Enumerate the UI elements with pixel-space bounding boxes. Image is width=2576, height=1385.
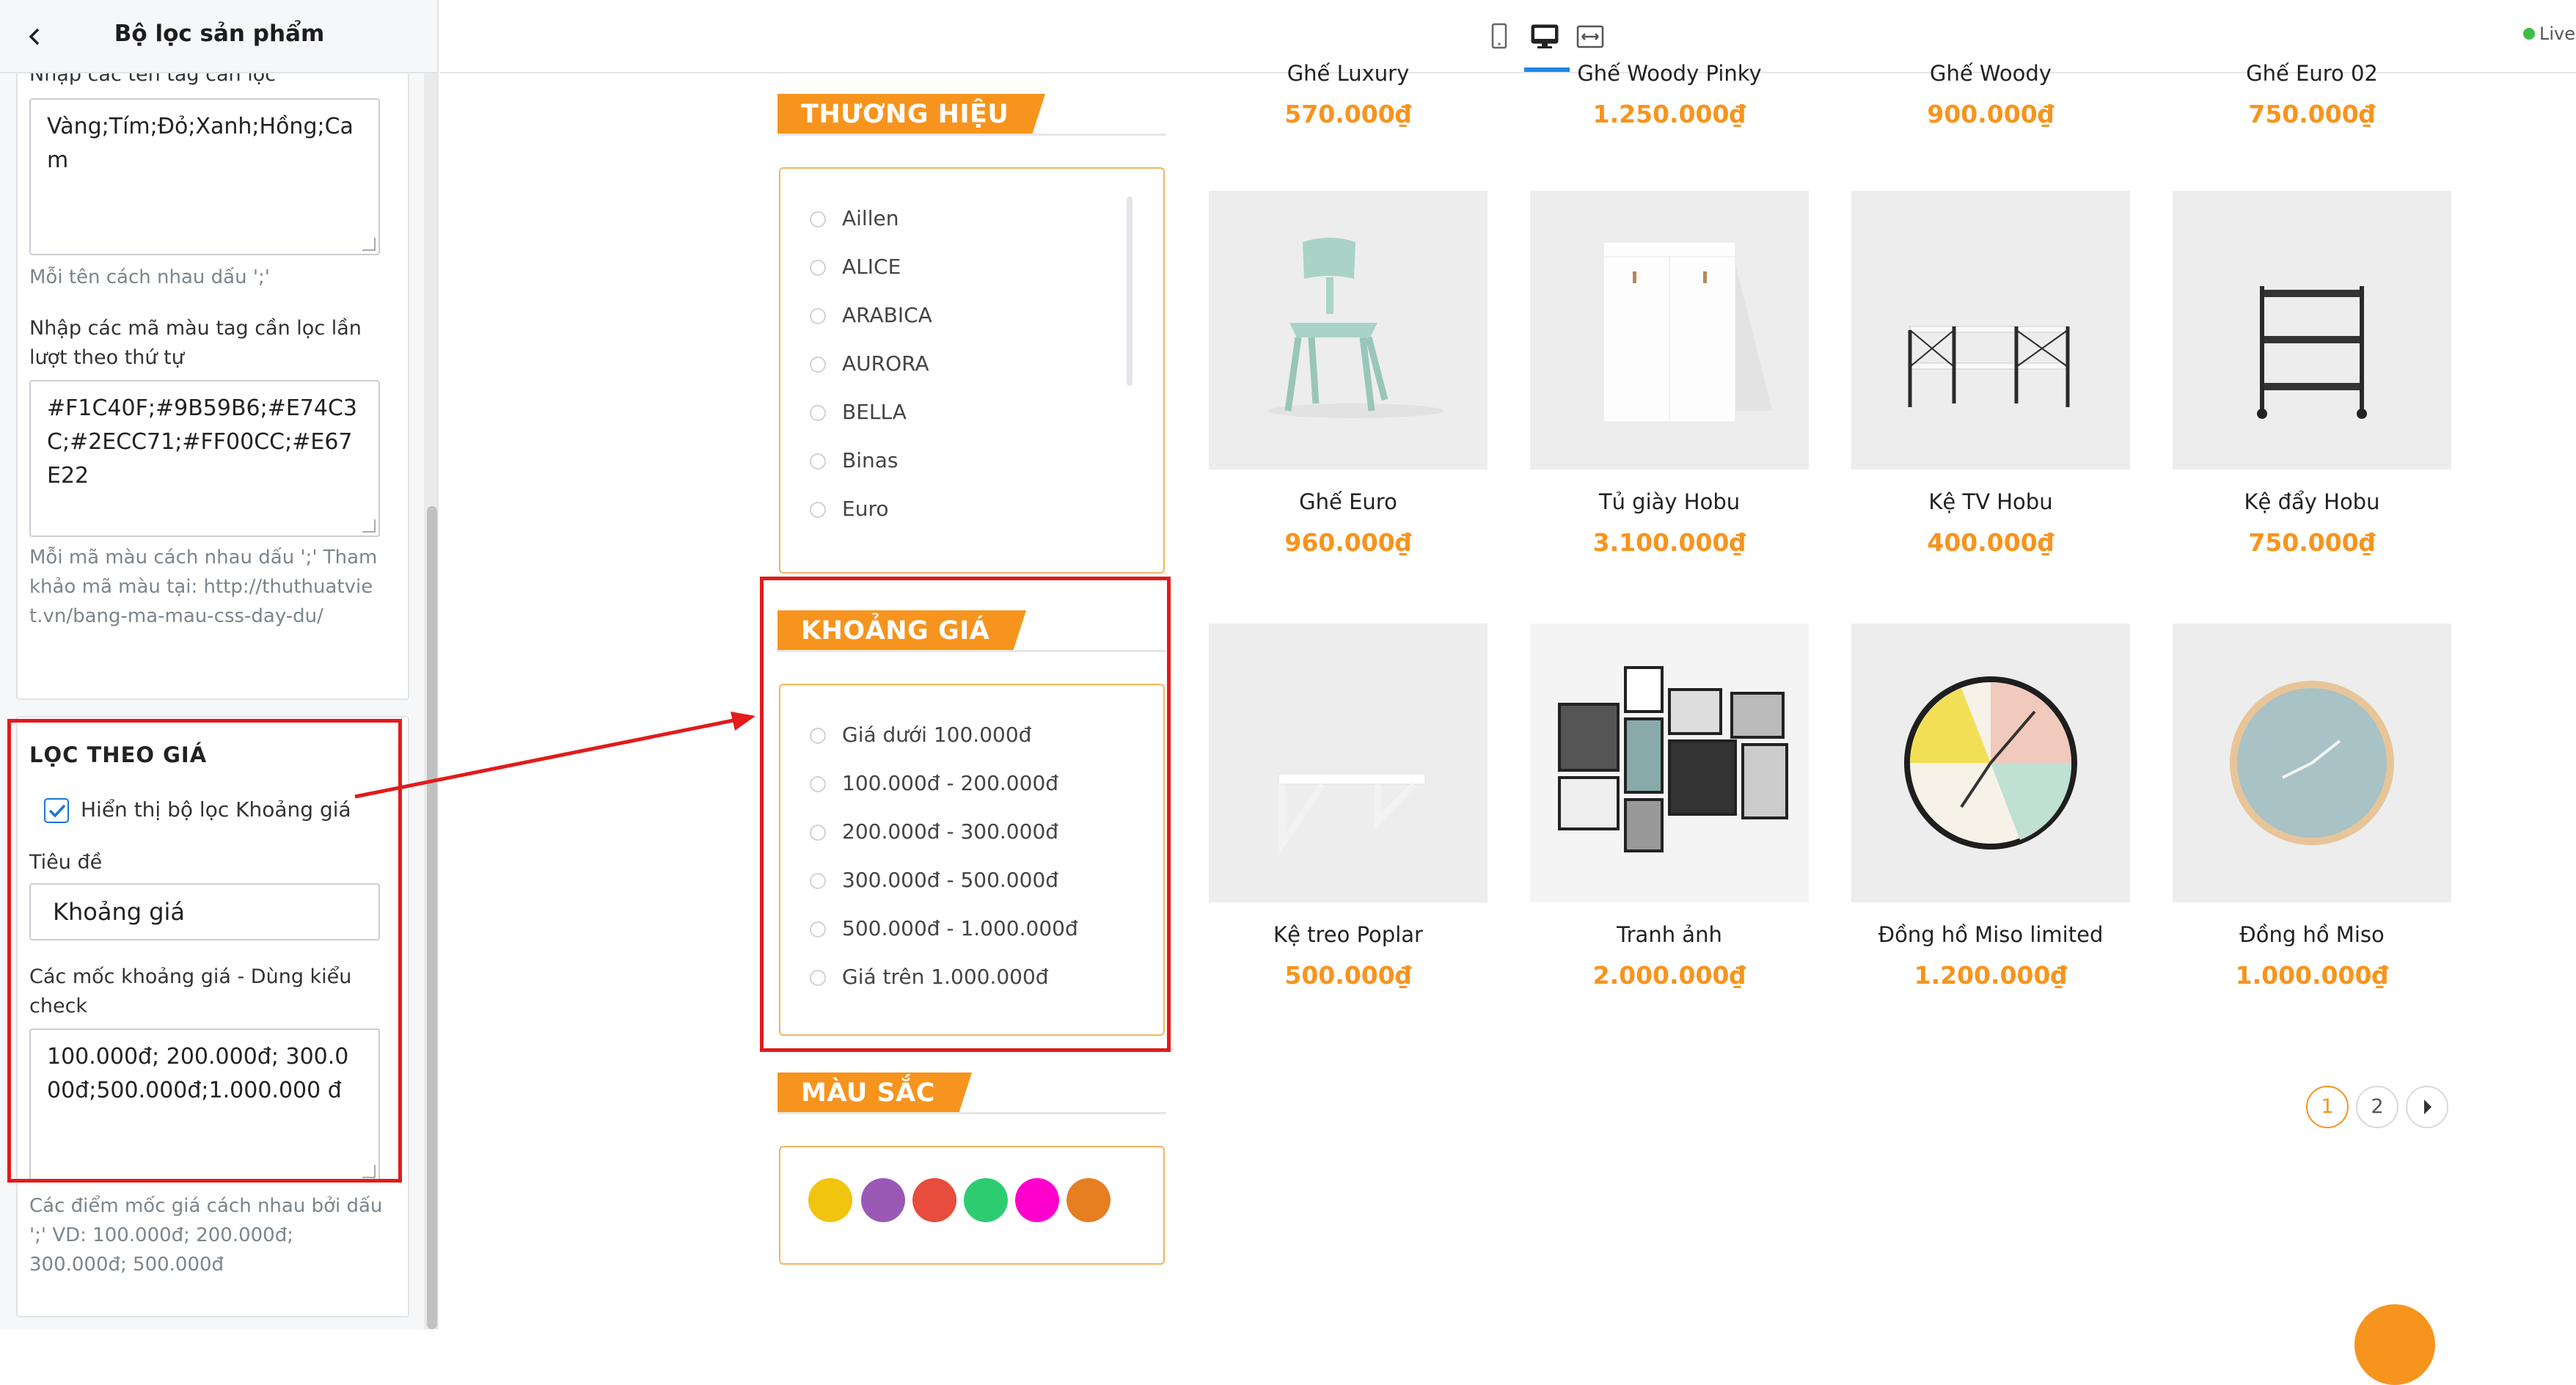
panel-title: Bộ lọc sản phẩm — [114, 21, 325, 47]
product-card[interactable]: Tranh ảnh 2.000.000₫ — [1530, 624, 1809, 1020]
annotation-box-preview — [760, 577, 1171, 1052]
product-price: 3.100.000₫ — [1592, 528, 1746, 557]
product-price: 2.000.000₫ — [1592, 961, 1746, 990]
panel-header: Bộ lọc sản phẩm — [0, 0, 437, 73]
product-image[interactable] — [1209, 191, 1488, 469]
brand-heading-text: THƯƠNG HIỆU — [777, 94, 1046, 135]
brand-option-label[interactable]: Binas — [842, 446, 898, 475]
product-image[interactable] — [2173, 191, 2451, 469]
product-price: 960.000₫ — [1284, 528, 1412, 557]
product-name[interactable]: Đồng hồ Miso — [2173, 920, 2451, 949]
brand-option-label[interactable]: ARABICA — [842, 301, 932, 330]
product-image[interactable] — [2173, 624, 2451, 902]
product-image[interactable] — [1209, 624, 1488, 902]
product-name[interactable]: Tủ giày Hobu — [1530, 487, 1809, 516]
fullwidth-icon[interactable] — [1573, 19, 1608, 54]
product-image[interactable] — [1851, 191, 2130, 469]
radio-icon[interactable] — [810, 502, 826, 518]
radio-icon[interactable] — [810, 453, 826, 469]
resize-handle-icon[interactable] — [362, 238, 376, 251]
product-name[interactable]: Đồng hồ Miso limited — [1851, 920, 2130, 949]
resize-handle-icon[interactable] — [362, 519, 376, 533]
product-card[interactable]: Ghế Euro 960.000₫ — [1209, 191, 1488, 587]
tag-names-textarea[interactable]: Vàng;Tím;Đỏ;Xanh;Hồng;Cam — [29, 98, 380, 255]
annotation-box-settings — [7, 719, 402, 1183]
color-filter-heading: MÀU SẮC — [777, 1072, 1166, 1114]
heading-divider — [777, 1112, 1166, 1114]
radio-icon[interactable] — [810, 405, 826, 421]
product-price: 1.200.000₫ — [1914, 961, 2068, 990]
brand-option-label[interactable]: ALICE — [842, 252, 901, 282]
product-price: 900.000₫ — [1927, 100, 2054, 128]
tag-colors-value: #F1C40F;#9B59B6;#E74C3C;#2ECC71;#FF00CC;… — [47, 395, 358, 489]
product-name[interactable]: Ghế Euro 02 — [2173, 59, 2451, 88]
product-image[interactable] — [1530, 191, 1809, 469]
tag-names-help: Mỗi tên cách nhau dấu ';' — [29, 266, 270, 288]
tag-colors-textarea[interactable]: #F1C40F;#9B59B6;#E74C3C;#2ECC71;#FF00CC;… — [29, 380, 380, 537]
product-card[interactable]: Kệ treo Poplar 500.000₫ — [1209, 624, 1488, 1020]
brand-option-label[interactable]: AURORA — [842, 349, 929, 379]
tag-colors-help: Mỗi mã màu cách nhau dấu ';' Tham khảo m… — [29, 547, 378, 627]
product-image[interactable] — [1851, 624, 2130, 902]
mobile-icon[interactable] — [1482, 19, 1517, 54]
radio-icon[interactable] — [810, 308, 826, 324]
color-swatch[interactable] — [964, 1178, 1008, 1222]
color-heading-text: MÀU SẮC — [777, 1072, 972, 1114]
brand-filter-box: Aillen ALICE ARABICA AURORA BELLA Binas … — [779, 167, 1165, 574]
product-image[interactable] — [1530, 624, 1809, 902]
product-card[interactable]: Kệ TV Hobu 400.000₫ — [1851, 191, 2130, 587]
product-name[interactable]: Kệ TV Hobu — [1851, 487, 2130, 516]
radio-icon[interactable] — [810, 260, 826, 276]
product-name[interactable]: Ghế Woody — [1851, 59, 2130, 88]
product-price: 1.000.000₫ — [2235, 961, 2389, 990]
caret-right-icon — [2424, 1100, 2432, 1114]
product-name[interactable]: Ghế Luxury — [1209, 59, 1488, 88]
color-swatch[interactable] — [1066, 1178, 1110, 1222]
live-label: Live — [2539, 23, 2576, 44]
product-card[interactable]: Đồng hồ Miso 1.000.000₫ — [2173, 624, 2451, 1020]
product-name[interactable]: Ghế Euro — [1209, 487, 1488, 516]
heading-divider — [777, 134, 1166, 136]
tag-colors-label: Nhập các mã màu tag cần lọc lần lượt the… — [29, 317, 362, 369]
desktop-icon[interactable] — [1527, 19, 1562, 54]
product-name[interactable]: Kệ đẩy Hobu — [2173, 487, 2451, 516]
product-price: 750.000₫ — [2248, 100, 2376, 128]
radio-icon[interactable] — [810, 211, 826, 227]
brand-option-label[interactable]: Aillen — [842, 204, 899, 233]
page-button-2[interactable]: 2 — [2356, 1086, 2398, 1128]
chat-button[interactable] — [2354, 1304, 2435, 1385]
color-swatch[interactable] — [1015, 1178, 1059, 1222]
product-price: 570.000₫ — [1284, 100, 1412, 128]
brand-option-label[interactable]: BELLA — [842, 398, 907, 427]
product-price: 750.000₫ — [2248, 528, 2376, 557]
tag-names-value: Vàng;Tím;Đỏ;Xanh;Hồng;Cam — [47, 114, 354, 173]
color-swatch[interactable] — [861, 1178, 905, 1222]
color-swatch[interactable] — [912, 1178, 956, 1222]
product-name[interactable]: Tranh ảnh — [1530, 920, 1809, 949]
page-button-1[interactable]: 1 — [2306, 1086, 2349, 1128]
product-name[interactable]: Kệ treo Poplar — [1209, 920, 1488, 949]
live-status-icon — [2523, 28, 2535, 40]
price-points-help: Các điểm mốc giá cách nhau bởi dấu ';' V… — [29, 1195, 383, 1276]
next-page-button[interactable] — [2406, 1086, 2448, 1128]
product-name[interactable]: Ghế Woody Pinky — [1530, 59, 1809, 88]
product-price: 400.000₫ — [1927, 528, 2054, 557]
brand-filter-heading: THƯƠNG HIỆU — [777, 94, 1166, 136]
product-card[interactable]: Tủ giày Hobu 3.100.000₫ — [1530, 191, 1809, 587]
product-price: 500.000₫ — [1284, 961, 1412, 990]
color-swatch[interactable] — [808, 1178, 852, 1222]
product-card[interactable]: Đồng hồ Miso limited 1.200.000₫ — [1851, 624, 2130, 1020]
panel-scrollbar-thumb[interactable] — [427, 506, 437, 1329]
product-price: 1.250.000₫ — [1592, 100, 1746, 128]
product-card[interactable]: Kệ đẩy Hobu 750.000₫ — [2173, 191, 2451, 587]
radio-icon[interactable] — [810, 357, 826, 373]
brand-list-scrollbar[interactable] — [1127, 197, 1133, 386]
brand-option-label[interactable]: Euro — [842, 494, 888, 524]
